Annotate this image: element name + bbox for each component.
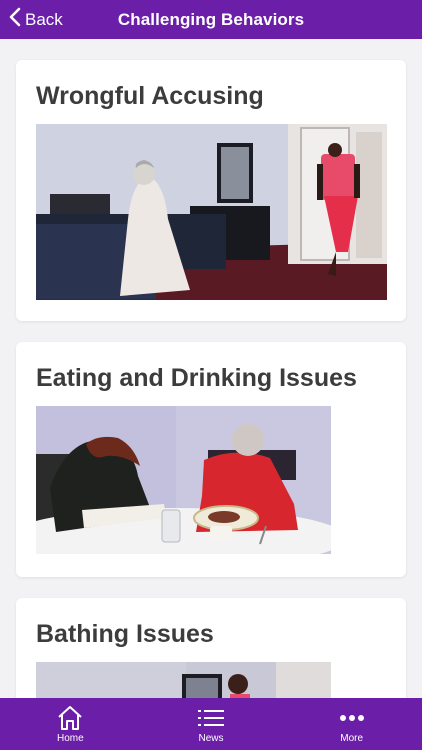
chevron-left-icon — [8, 7, 21, 32]
nav-bar: Back Challenging Behaviors — [0, 0, 422, 39]
card-photo — [36, 406, 331, 554]
card-wrongful-accusing[interactable]: Wrongful Accusing — [16, 60, 406, 321]
more-dots-icon — [339, 705, 365, 731]
list-icon — [197, 705, 224, 731]
card-title: Wrongful Accusing — [36, 82, 264, 110]
back-button[interactable]: Back — [8, 0, 63, 39]
tab-news[interactable]: News — [141, 705, 281, 744]
page-title: Challenging Behaviors — [117, 9, 305, 29]
home-icon — [56, 705, 84, 731]
card-list[interactable]: Wrongful Accusing Eating and Drinking Is… — [0, 39, 422, 698]
tab-bar: Home News More — [0, 698, 422, 750]
card-photo — [36, 124, 387, 300]
card-eating-drinking-issues[interactable]: Eating and Drinking Issues — [16, 342, 406, 577]
card-bathing-issues[interactable]: Bathing Issues — [16, 598, 406, 698]
back-label: Back — [25, 9, 63, 29]
app-screen: Back Challenging Behaviors Wrongful Accu… — [0, 0, 422, 750]
tab-home[interactable]: Home — [0, 705, 140, 744]
tab-label: More — [340, 732, 364, 744]
card-title: Bathing Issues — [36, 620, 214, 648]
tab-label: Home — [56, 732, 84, 744]
card-title: Eating and Drinking Issues — [36, 364, 357, 392]
tab-more[interactable]: More — [282, 705, 422, 744]
card-photo — [36, 662, 331, 698]
tab-label: News — [198, 732, 224, 744]
